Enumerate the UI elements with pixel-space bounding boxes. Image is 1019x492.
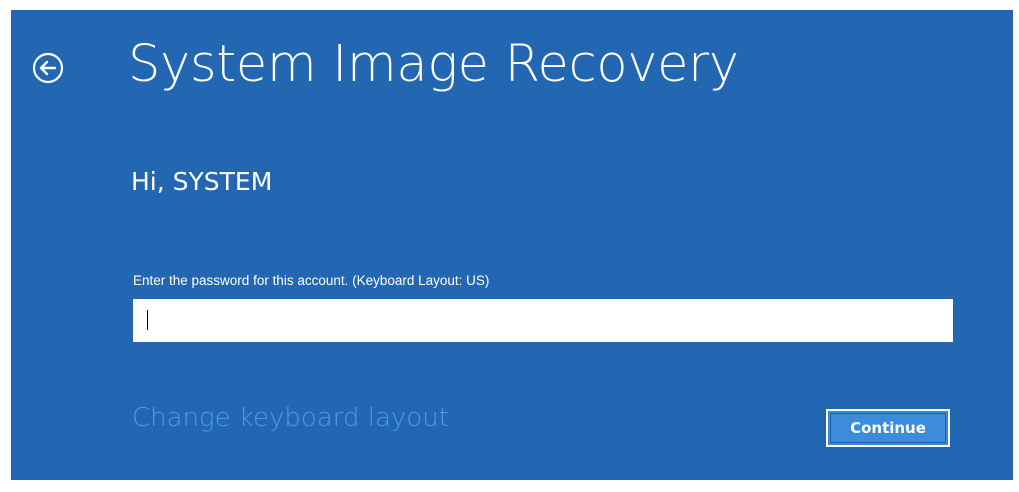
back-button[interactable]	[32, 52, 64, 84]
text-caret	[147, 310, 148, 330]
back-arrow-circle-icon	[32, 52, 64, 84]
account-greeting: Hi, SYSTEM	[131, 167, 273, 196]
change-keyboard-layout-link[interactable]: Change keyboard layout	[132, 400, 449, 436]
password-field[interactable]	[133, 299, 953, 342]
recovery-screen: System Image Recovery Hi, SYSTEM Enter t…	[11, 10, 1013, 480]
continue-button[interactable]: Continue	[826, 409, 950, 447]
page-title: System Image Recovery	[128, 35, 739, 94]
password-label: Enter the password for this account. (Ke…	[133, 273, 490, 288]
